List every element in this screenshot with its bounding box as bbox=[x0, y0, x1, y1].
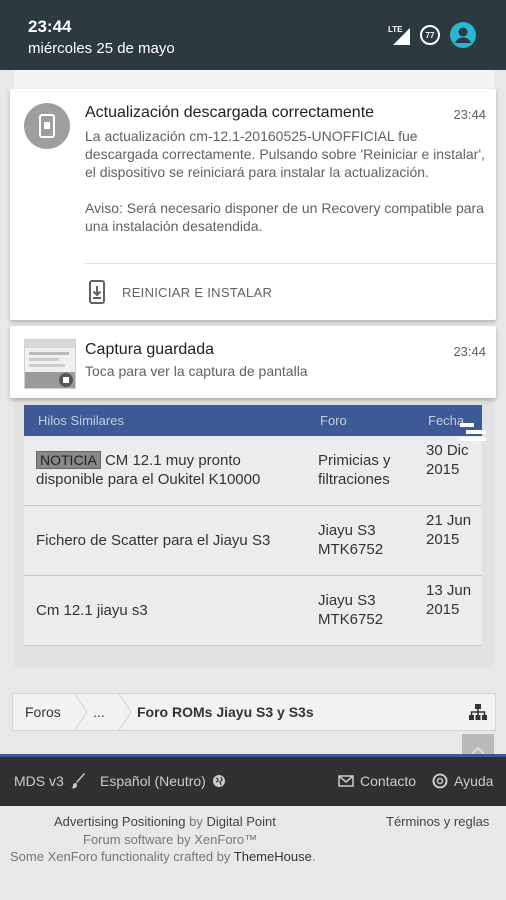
similar-threads-table: Hilos Similares Foro Fecha NOTICIA CM 12… bbox=[24, 405, 486, 646]
style-label: MDS v3 bbox=[14, 773, 64, 789]
style-chooser[interactable]: MDS v3 bbox=[14, 773, 86, 789]
user-avatar-icon[interactable] bbox=[450, 22, 476, 48]
notification-title: Captura guardada bbox=[85, 341, 214, 358]
breadcrumb: Foros ... Foro ROMs Jiayu S3 y S3s bbox=[12, 693, 496, 731]
breadcrumb-separator bbox=[119, 694, 131, 730]
battery-icon: 77 bbox=[420, 25, 440, 45]
thread-title[interactable]: NOTICIA CM 12.1 muy pronto disponible pa… bbox=[36, 451, 296, 489]
thread-date: 21 Jun 2015 bbox=[426, 512, 472, 548]
column-header-date: Fecha bbox=[428, 413, 465, 428]
thread-forum[interactable]: Jiayu S3 MTK6752 bbox=[318, 591, 408, 629]
notification-body: La actualización cm-12.1-20160525-UNOFFI… bbox=[85, 127, 485, 253]
restart-install-button[interactable]: REINICIAR E INSTALAR bbox=[88, 277, 272, 307]
thread-date: 30 Dic 2015 bbox=[426, 442, 469, 478]
forum-software-credit[interactable]: Forum software by XenForo™ bbox=[83, 832, 257, 847]
status-date: miércoles 25 de mayo bbox=[28, 40, 175, 57]
thread-title[interactable]: Cm 12.1 jiayu s3 bbox=[36, 601, 296, 620]
brush-icon bbox=[70, 773, 85, 789]
notification-time: 23:44 bbox=[453, 107, 486, 122]
thread-forum[interactable]: Jiayu S3 MTK6752 bbox=[318, 521, 408, 559]
screenshot-notification[interactable]: Captura guardada 23:44 Toca para ver la … bbox=[10, 326, 496, 398]
column-header-title: Hilos Similares bbox=[38, 413, 124, 428]
notification-body: Toca para ver la captura de pantalla bbox=[85, 363, 308, 379]
restart-install-label: REINICIAR E INSTALAR bbox=[122, 284, 273, 300]
contact-link[interactable]: Contacto bbox=[338, 773, 416, 789]
status-icons: LTE 77 bbox=[388, 20, 476, 50]
notification-title: Actualización descargada correctamente bbox=[85, 104, 375, 121]
phone-download-icon bbox=[89, 280, 105, 304]
lifebuoy-icon bbox=[432, 773, 448, 789]
notification-warning: Aviso: Será necesario disponer de un Rec… bbox=[85, 200, 484, 234]
thread-forum[interactable]: Primicias y filtraciones bbox=[318, 451, 408, 489]
divider bbox=[85, 263, 496, 264]
table-row[interactable]: Cm 12.1 jiayu s3 Jiayu S3 MTK6752 13 Jun… bbox=[24, 576, 482, 646]
lte-signal-icon: LTE bbox=[388, 25, 410, 45]
column-header-forum: Foro bbox=[320, 413, 347, 428]
breadcrumb-item-current[interactable]: Foro ROMs Jiayu S3 y S3s bbox=[137, 704, 314, 720]
language-label: Español (Neutro) bbox=[100, 773, 206, 789]
table-header: Hilos Similares Foro Fecha bbox=[24, 405, 482, 436]
footer-bar: MDS v3 Español (Neutro) Contacto Ayuda bbox=[0, 754, 506, 809]
language-chooser[interactable]: Español (Neutro) bbox=[100, 773, 226, 789]
table-row[interactable]: NOTICIA CM 12.1 muy pronto disponible pa… bbox=[24, 436, 482, 506]
contact-label: Contacto bbox=[360, 773, 417, 789]
envelope-icon bbox=[338, 775, 354, 787]
notice-badge: NOTICIA bbox=[36, 451, 101, 469]
breadcrumb-item-ellipsis[interactable]: ... bbox=[93, 704, 105, 720]
thread-date: 13 Jun 2015 bbox=[426, 582, 472, 618]
screenshot-thumbnail bbox=[24, 339, 76, 389]
breadcrumb-separator bbox=[75, 694, 87, 730]
phone-update-icon bbox=[24, 103, 70, 149]
breadcrumb-item-forums[interactable]: Foros bbox=[25, 704, 61, 720]
terms-link[interactable]: Términos y reglas bbox=[386, 814, 489, 829]
footer-credits: Advertising Positioning by Digital Point… bbox=[0, 806, 506, 900]
advertising-link[interactable]: Advertising Positioning bbox=[54, 814, 186, 829]
help-link[interactable]: Ayuda bbox=[432, 773, 493, 789]
help-label: Ayuda bbox=[454, 773, 494, 789]
update-notification[interactable]: Actualización descargada correctamente 2… bbox=[10, 89, 496, 320]
thread-title[interactable]: Fichero de Scatter para el Jiayu S3 bbox=[36, 531, 296, 550]
themehouse-link[interactable]: ThemeHouse bbox=[234, 849, 312, 864]
notification-message: La actualización cm-12.1-20160525-UNOFFI… bbox=[85, 128, 485, 180]
themehouse-credit: Some XenForo functionality crafted by Th… bbox=[10, 849, 316, 864]
status-time: 23:44 bbox=[28, 17, 72, 36]
globe-icon bbox=[212, 775, 225, 787]
sitemap-icon[interactable] bbox=[469, 704, 487, 720]
digital-point-link[interactable]: Digital Point bbox=[207, 814, 276, 829]
notification-time: 23:44 bbox=[453, 344, 486, 359]
table-row[interactable]: Fichero de Scatter para el Jiayu S3 Jiay… bbox=[24, 506, 482, 576]
advertising-credit: Advertising Positioning by Digital Point bbox=[54, 814, 276, 829]
status-bar: 23:44 miércoles 25 de mayo LTE 77 bbox=[0, 0, 506, 70]
